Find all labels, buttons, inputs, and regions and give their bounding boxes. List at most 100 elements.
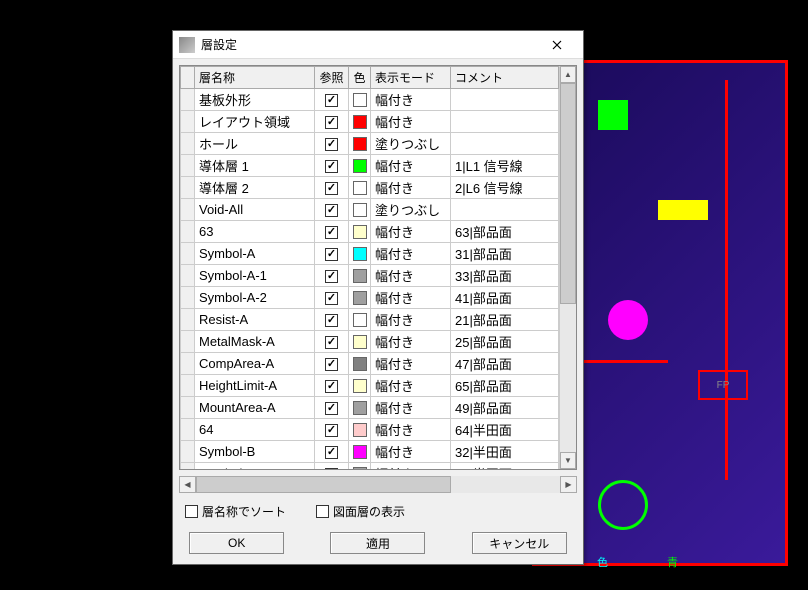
color-cell[interactable] <box>349 309 371 331</box>
table-row[interactable]: 63 幅付き 63|部品面 <box>181 221 559 243</box>
row-header-cell[interactable] <box>181 265 195 287</box>
color-cell[interactable] <box>349 353 371 375</box>
row-header-cell[interactable] <box>181 199 195 221</box>
table-row[interactable]: Symbol-B-1 幅付き 34|半田面 <box>181 463 559 470</box>
layer-name-cell[interactable]: 63 <box>195 221 315 243</box>
row-header-cell[interactable] <box>181 397 195 419</box>
display-mode-cell[interactable]: 幅付き <box>371 177 451 199</box>
display-mode-cell[interactable]: 幅付き <box>371 265 451 287</box>
color-cell[interactable] <box>349 441 371 463</box>
scroll-left-button[interactable]: ◀ <box>179 476 196 493</box>
comment-cell[interactable]: 49|部品面 <box>451 397 559 419</box>
reference-cell[interactable] <box>315 419 349 441</box>
layer-name-cell[interactable]: Symbol-A <box>195 243 315 265</box>
color-cell[interactable] <box>349 89 371 111</box>
row-header-cell[interactable] <box>181 221 195 243</box>
layer-name-cell[interactable]: 基板外形 <box>195 89 315 111</box>
table-row[interactable]: Symbol-A-1 幅付き 33|部品面 <box>181 265 559 287</box>
comment-cell[interactable]: 34|半田面 <box>451 463 559 470</box>
column-display-mode[interactable]: 表示モード <box>371 67 451 89</box>
color-cell[interactable] <box>349 265 371 287</box>
apply-button[interactable]: 適用 <box>330 532 425 554</box>
comment-cell[interactable]: 63|部品面 <box>451 221 559 243</box>
scroll-down-button[interactable]: ▼ <box>560 452 576 469</box>
table-row[interactable]: Void-All 塗りつぶし <box>181 199 559 221</box>
color-cell[interactable] <box>349 331 371 353</box>
reference-cell[interactable] <box>315 353 349 375</box>
ok-button[interactable]: OK <box>189 532 284 554</box>
close-button[interactable] <box>537 33 577 57</box>
scroll-track[interactable] <box>560 83 576 452</box>
row-header-cell[interactable] <box>181 419 195 441</box>
scroll-track[interactable] <box>196 476 560 493</box>
table-row[interactable]: Symbol-A-2 幅付き 41|部品面 <box>181 287 559 309</box>
reference-cell[interactable] <box>315 221 349 243</box>
table-row[interactable]: 導体層 1 幅付き 1|L1 信号線 <box>181 155 559 177</box>
column-rowhead[interactable] <box>181 67 195 89</box>
table-row[interactable]: Symbol-B 幅付き 32|半田面 <box>181 441 559 463</box>
layer-name-cell[interactable]: 導体層 1 <box>195 155 315 177</box>
layer-name-cell[interactable]: Void-All <box>195 199 315 221</box>
display-mode-cell[interactable]: 幅付き <box>371 111 451 133</box>
color-cell[interactable] <box>349 243 371 265</box>
layer-name-cell[interactable]: MountArea-A <box>195 397 315 419</box>
comment-cell[interactable]: 2|L6 信号線 <box>451 177 559 199</box>
row-header-cell[interactable] <box>181 111 195 133</box>
reference-cell[interactable] <box>315 265 349 287</box>
reference-cell[interactable] <box>315 309 349 331</box>
scroll-thumb[interactable] <box>196 476 451 493</box>
table-row[interactable]: ホール 塗りつぶし <box>181 133 559 155</box>
layer-name-cell[interactable]: ホール <box>195 133 315 155</box>
row-header-cell[interactable] <box>181 353 195 375</box>
color-cell[interactable] <box>349 133 371 155</box>
display-mode-cell[interactable]: 幅付き <box>371 397 451 419</box>
column-layer-name[interactable]: 層名称 <box>195 67 315 89</box>
layer-name-cell[interactable]: Symbol-B-1 <box>195 463 315 470</box>
comment-cell[interactable]: 21|部品面 <box>451 309 559 331</box>
reference-cell[interactable] <box>315 133 349 155</box>
row-header-cell[interactable] <box>181 463 195 470</box>
reference-cell[interactable] <box>315 441 349 463</box>
color-cell[interactable] <box>349 375 371 397</box>
column-comment[interactable]: コメント <box>451 67 559 89</box>
titlebar[interactable]: 層設定 <box>173 31 583 59</box>
display-mode-cell[interactable]: 幅付き <box>371 463 451 470</box>
comment-cell[interactable]: 1|L1 信号線 <box>451 155 559 177</box>
display-mode-cell[interactable]: 幅付き <box>371 221 451 243</box>
table-row[interactable]: 基板外形 幅付き <box>181 89 559 111</box>
color-cell[interactable] <box>349 419 371 441</box>
table-row[interactable]: CompArea-A 幅付き 47|部品面 <box>181 353 559 375</box>
display-mode-cell[interactable]: 幅付き <box>371 441 451 463</box>
comment-cell[interactable]: 31|部品面 <box>451 243 559 265</box>
display-mode-cell[interactable]: 塗りつぶし <box>371 199 451 221</box>
layer-name-cell[interactable]: Resist-A <box>195 309 315 331</box>
layer-name-cell[interactable]: CompArea-A <box>195 353 315 375</box>
reference-cell[interactable] <box>315 243 349 265</box>
layer-name-cell[interactable]: MetalMask-A <box>195 331 315 353</box>
layer-name-cell[interactable]: 64 <box>195 419 315 441</box>
color-cell[interactable] <box>349 177 371 199</box>
sort-by-name-checkbox[interactable]: 層名称でソート <box>185 503 286 520</box>
display-mode-cell[interactable]: 塗りつぶし <box>371 133 451 155</box>
scroll-thumb[interactable] <box>560 83 576 304</box>
comment-cell[interactable]: 33|部品面 <box>451 265 559 287</box>
table-row[interactable]: HeightLimit-A 幅付き 65|部品面 <box>181 375 559 397</box>
table-row[interactable]: Resist-A 幅付き 21|部品面 <box>181 309 559 331</box>
display-mode-cell[interactable]: 幅付き <box>371 419 451 441</box>
color-cell[interactable] <box>349 287 371 309</box>
comment-cell[interactable] <box>451 133 559 155</box>
color-cell[interactable] <box>349 397 371 419</box>
display-mode-cell[interactable]: 幅付き <box>371 287 451 309</box>
comment-cell[interactable] <box>451 89 559 111</box>
table-row[interactable]: レイアウト領域 幅付き <box>181 111 559 133</box>
table-row[interactable]: 導体層 2 幅付き 2|L6 信号線 <box>181 177 559 199</box>
display-mode-cell[interactable]: 幅付き <box>371 155 451 177</box>
display-mode-cell[interactable]: 幅付き <box>371 375 451 397</box>
row-header-cell[interactable] <box>181 89 195 111</box>
reference-cell[interactable] <box>315 89 349 111</box>
layer-name-cell[interactable]: レイアウト領域 <box>195 111 315 133</box>
color-cell[interactable] <box>349 199 371 221</box>
display-mode-cell[interactable]: 幅付き <box>371 309 451 331</box>
comment-cell[interactable]: 25|部品面 <box>451 331 559 353</box>
scroll-right-button[interactable]: ▶ <box>560 476 577 493</box>
